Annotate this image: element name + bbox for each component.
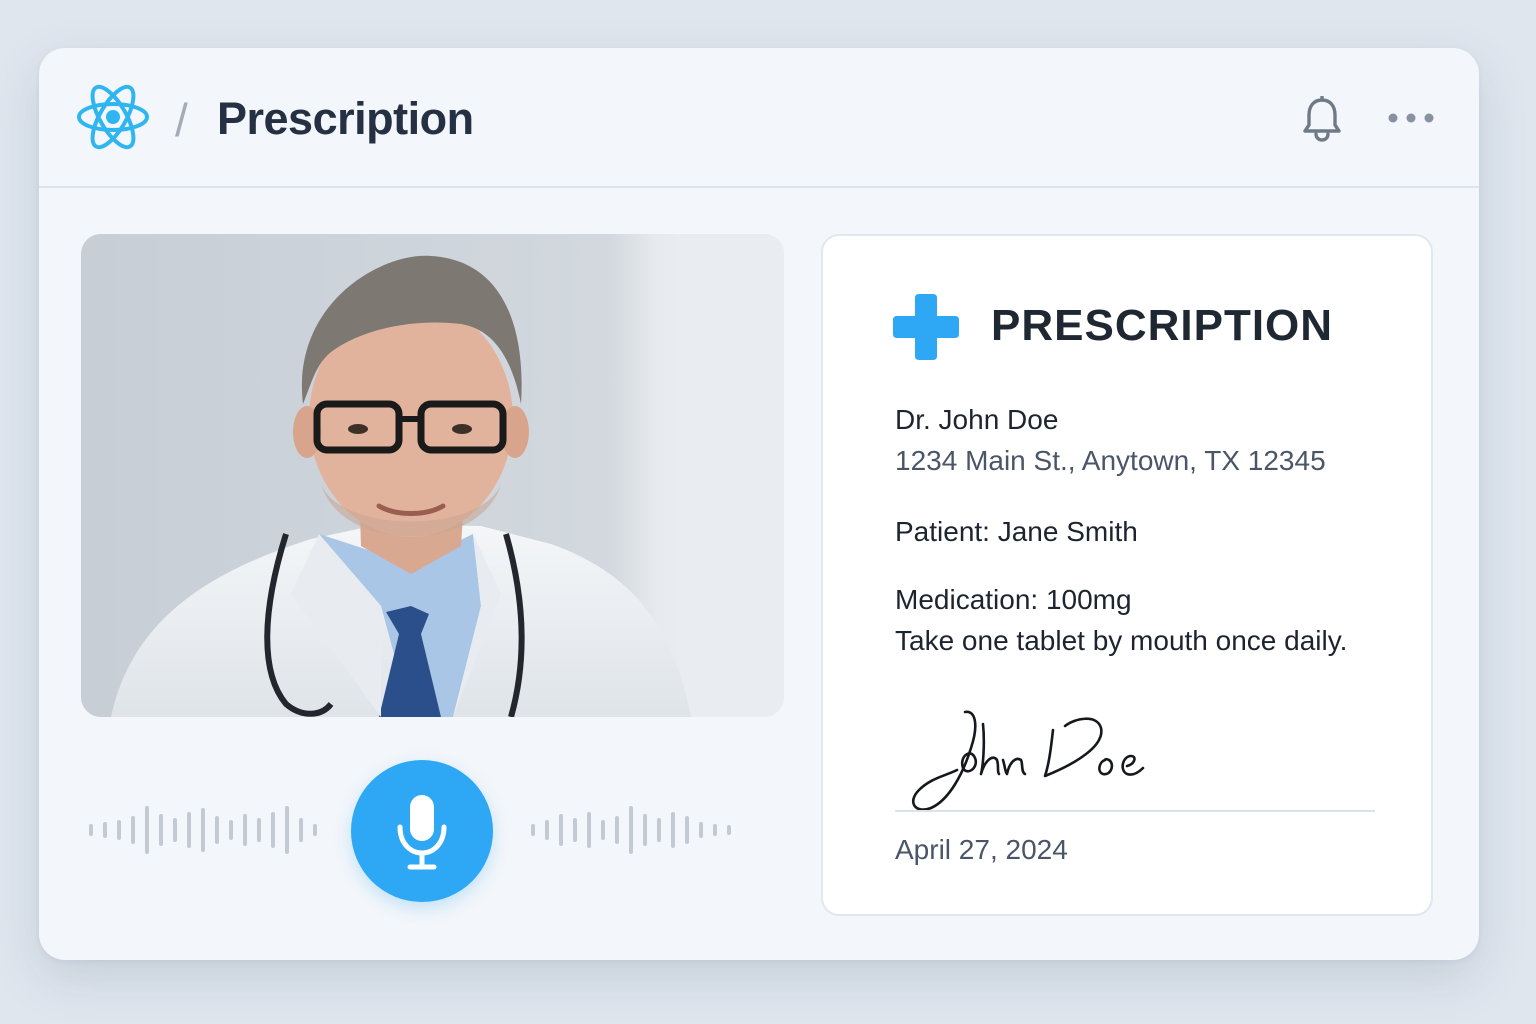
page-title: Prescription bbox=[217, 93, 474, 144]
doctor-video-feed bbox=[81, 234, 784, 717]
prescription-heading: PRESCRIPTION bbox=[991, 301, 1334, 350]
doctor-address: 1234 Main St., Anytown, TX 12345 bbox=[895, 445, 1326, 476]
audio-waveform-right bbox=[531, 806, 731, 854]
prescription-window: / Prescription PRESCRIPTION Dr. John Doe… bbox=[39, 48, 1479, 960]
doctor-name: Dr. John Doe bbox=[895, 404, 1059, 435]
breadcrumb-separator: / bbox=[175, 94, 188, 146]
signature-line bbox=[895, 810, 1375, 812]
atom-logo-icon[interactable] bbox=[75, 81, 151, 153]
doctor-signature bbox=[912, 710, 1145, 811]
prescription-card: PRESCRIPTION Dr. John Doe 1234 Main St.,… bbox=[821, 234, 1433, 916]
more-options-icon[interactable] bbox=[1385, 106, 1437, 130]
microphone-icon bbox=[397, 795, 447, 870]
dosage-instructions: Take one tablet by mouth once daily. bbox=[895, 625, 1348, 656]
top-bar: / Prescription bbox=[39, 48, 1479, 188]
microphone-button[interactable] bbox=[351, 760, 493, 902]
medical-cross-icon bbox=[893, 294, 959, 360]
medication: Medication: 100mg bbox=[895, 584, 1132, 615]
patient-name: Patient: Jane Smith bbox=[895, 516, 1138, 547]
bell-icon[interactable] bbox=[1302, 96, 1342, 142]
prescription-date: April 27, 2024 bbox=[895, 834, 1068, 865]
audio-waveform-left bbox=[89, 806, 317, 854]
